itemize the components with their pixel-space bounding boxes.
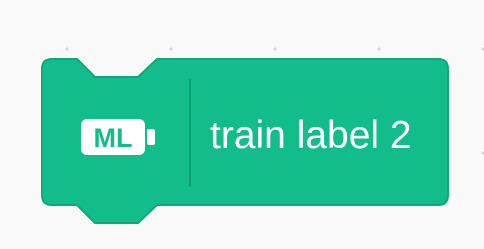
ml-icon: ML	[79, 115, 157, 159]
block-label: train label 2	[210, 114, 412, 157]
block-divider	[189, 79, 191, 187]
train-label-block[interactable]: ML train label 2	[40, 55, 452, 232]
workspace-canvas[interactable]: ML train label 2	[0, 0, 484, 249]
ml-icon-text: ML	[94, 123, 133, 153]
